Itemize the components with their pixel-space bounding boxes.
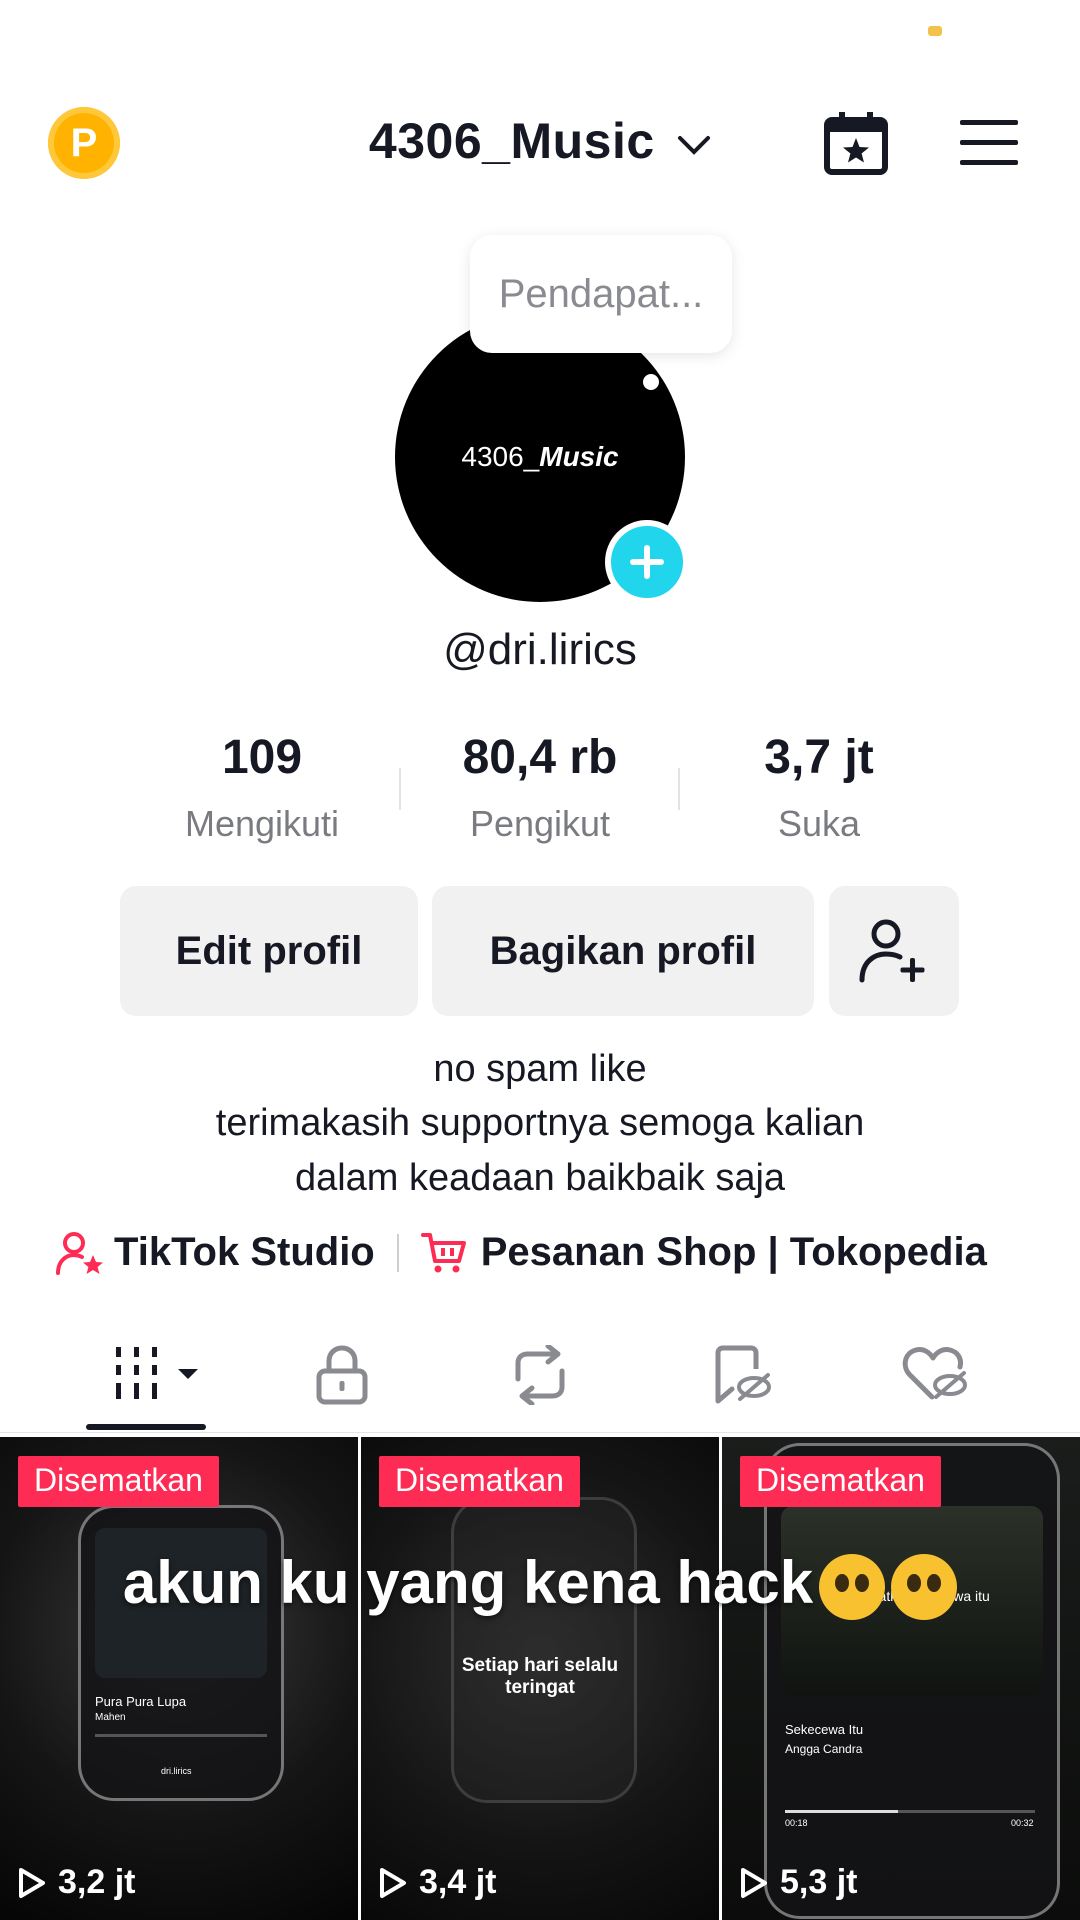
pinned-badge: Disematkan [379,1456,580,1507]
overlay-caption: akun ku yang kena hack [0,1548,1080,1621]
edit-profile-label: Edit profil [175,928,363,973]
share-profile-label: Bagikan profil [489,928,757,973]
stat-value: 80,4 rb [462,731,618,784]
shopping-cart-icon [420,1232,466,1272]
repost-icon [515,1343,565,1407]
video-tile[interactable]: Kau buatku sekecewa itu Sekecewa Itu Ang… [722,1437,1080,1920]
song-title: Pura Pura Lupa [95,1694,187,1709]
plus-icon [630,545,664,579]
username-handle: @dri.lirics [443,625,637,674]
add-user-icon [859,919,925,983]
add-avatar-button[interactable] [605,520,689,604]
time-end: 00:32 [1011,1818,1034,1828]
pinned-badge: Disematkan [18,1456,219,1507]
stat-divider [399,768,401,810]
bubble-tail [643,374,659,390]
view-count: 3,4 jt [379,1863,496,1902]
view-count: 5,3 jt [740,1863,857,1902]
view-count-text: 3,4 jt [419,1863,497,1901]
shop-orders-label: Pesanan Shop | Tokopedia [480,1230,987,1274]
view-count: 3,2 jt [18,1863,135,1902]
bio-line: no spam like [433,1048,647,1090]
stat-likes[interactable]: 3,7 jt Suka [699,730,939,845]
grid-bars-icon [116,1347,198,1399]
note-text: Pendapat... [498,271,704,316]
stat-label: Suka [777,803,861,844]
avatar-text-right: Music [539,441,619,472]
pinned-badge: Disematkan [740,1456,941,1507]
tab-favorites[interactable] [710,1345,772,1410]
calendar-star-icon[interactable] [823,110,889,176]
stat-following[interactable]: 109 Mengikuti [142,730,382,845]
avatar-text-left: 4306_ [461,441,540,472]
edit-profile-button[interactable]: Edit profil [120,886,418,1016]
song-artist: Angga Candra [785,1742,863,1756]
progress-track [785,1810,1035,1813]
shop-orders-link[interactable]: Pesanan Shop | Tokopedia [420,1230,987,1275]
account-switcher[interactable]: 4306_Music [0,112,1080,170]
view-count-text: 3,2 jt [58,1863,136,1901]
tab-divider [0,1432,1080,1433]
tab-reposts[interactable] [508,1343,572,1410]
play-icon [741,1867,767,1898]
overlay-caption-text: akun ku yang kena hack [122,1549,814,1616]
heart-hidden-icon [902,1347,967,1400]
share-profile-button[interactable]: Bagikan profil [432,886,814,1016]
lock-icon [316,1345,368,1405]
add-friend-button[interactable] [829,886,959,1016]
chevron-down-icon [678,135,711,155]
stat-value: 3,7 jt [764,731,874,784]
active-tab-indicator [86,1424,206,1430]
song-artist: Mahen [95,1712,126,1723]
stat-divider [678,768,680,810]
phone-mockup [451,1497,637,1803]
bio-line: dalam keadaan baikbaik saja [294,1157,786,1199]
note-bubble[interactable]: Pendapat... [470,235,732,353]
video-tile[interactable]: Setiap hari selalu teringat Disematkan 3… [361,1437,719,1920]
pleading-face-icon [819,1554,886,1621]
play-icon [19,1867,45,1898]
user-star-icon [56,1231,103,1275]
stat-followers[interactable]: 80,4 rb Pengikut [420,730,660,845]
bio-line: terimakasih supportnya semoga kalian [215,1102,865,1144]
link-separator [396,1233,399,1272]
tiktok-studio-link[interactable]: TikTok Studio [56,1230,375,1275]
credit-text: dri.lirics [161,1766,192,1776]
song-title: Sekecewa Itu [785,1722,864,1737]
tab-liked[interactable] [902,1345,968,1408]
bookmark-hidden-icon [715,1345,771,1404]
video-caption: Setiap hari selalu teringat [461,1655,619,1698]
stat-label: Mengikuti [184,803,340,844]
time-start: 00:18 [785,1818,808,1828]
hamburger-menu-icon[interactable] [960,120,1018,166]
tiktok-studio-label: TikTok Studio [114,1230,375,1274]
tab-videos[interactable] [114,1345,204,1406]
progress-track [95,1734,267,1737]
tab-private[interactable] [315,1345,369,1410]
profile-links: TikTok Studio Pesanan Shop | Tokopedia [56,1230,987,1275]
stat-label: Pengikut [469,803,611,844]
crying-face-icon [891,1554,958,1621]
account-title: 4306_Music [368,113,655,169]
phone-mockup: Kau buatku sekecewa itu Sekecewa Itu Ang… [764,1443,1060,1919]
stat-value: 109 [221,731,303,784]
video-tile[interactable]: Pura Pura Lupa Mahen dri.lirics Disematk… [0,1437,358,1920]
progress-fill [785,1810,898,1813]
view-count-text: 5,3 jt [780,1863,858,1901]
play-icon [380,1867,406,1898]
status-indicator [928,26,942,36]
